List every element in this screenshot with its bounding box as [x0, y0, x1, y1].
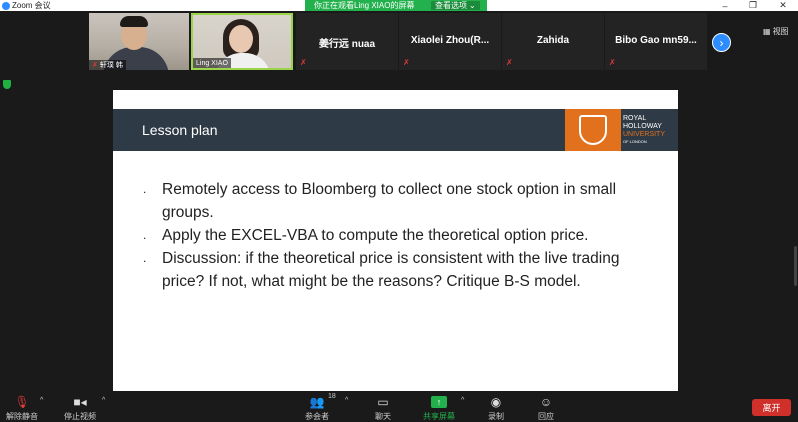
record-button[interactable]: ◉ 录制 [488, 395, 504, 422]
participants-button[interactable]: 👥 参会者 [305, 395, 329, 422]
participant-name: Ling XIAO [196, 59, 228, 67]
reactions-label: 回应 [538, 412, 554, 421]
bullet-text: Apply the EXCEL-VBA to compute the theor… [162, 227, 589, 244]
participant-video-tile[interactable]: ✗ 轩璞 韩 [89, 13, 189, 70]
chevron-right-icon: › [719, 35, 724, 50]
window-title: Zoom 会议 [12, 1, 51, 10]
participants-icon: 👥 [309, 395, 325, 409]
bullet-icon: . [143, 251, 147, 265]
chat-label: 聊天 [375, 412, 391, 421]
crest-icon [579, 115, 607, 145]
participants-label: 参会者 [305, 412, 329, 421]
participant-count-badge: 18 [328, 393, 336, 400]
participant-tile[interactable]: Xiaolei Zhou(R... ✗ [399, 13, 501, 70]
logo-line: ROYAL [623, 115, 647, 122]
slide-header: Lesson plan ROYAL HOLLOWAY UNIVERSITY OF… [113, 109, 678, 151]
banner-text: 你正在观看Ling XIAO的屏幕 [314, 1, 415, 10]
restore-icon[interactable]: ❐ [746, 0, 760, 11]
zoom-logo-icon [2, 1, 10, 10]
next-participants-button[interactable]: › [712, 33, 731, 52]
mic-muted-icon: ✗ [300, 58, 307, 67]
title-bar: Zoom 会议 你正在观看Ling XIAO的屏幕 查看选项 ⌄ – ❐ ✕ [0, 0, 798, 11]
share-screen-label: 共享屏幕 [423, 412, 455, 421]
chat-button[interactable]: ▭ 聊天 [375, 395, 391, 422]
university-logo-text: ROYAL HOLLOWAY UNIVERSITY OF LONDON [623, 115, 678, 144]
participant-name-label: ✗ 轩璞 韩 [89, 60, 126, 70]
participant-name: 姜行远 nuaa [318, 39, 376, 50]
app-title: Zoom 会议 [2, 0, 51, 11]
reactions-button[interactable]: ☺ 回应 [538, 395, 554, 422]
bullet-icon: . [143, 182, 147, 196]
meeting-toolbar: 🎙 解除静音 ^ ■◂ 停止视频 ^ 👥 参会者 18 ^ ▭ 聊天 ↑ 共享屏… [0, 391, 798, 422]
mic-muted-icon: ✗ [609, 58, 616, 67]
participant-tile[interactable]: Bibo Gao mn59... ✗ [605, 13, 707, 70]
participant-tile[interactable]: Zahida ✗ [502, 13, 604, 70]
participant-tile[interactable]: 姜行远 nuaa ✗ [296, 13, 398, 70]
share-screen-button[interactable]: ↑ 共享屏幕 [423, 395, 455, 422]
mic-muted-icon: ✗ [403, 58, 410, 67]
share-screen-icon: ↑ [431, 395, 447, 409]
person-hair [120, 16, 148, 27]
active-speaker-video-tile[interactable]: Ling XIAO [191, 13, 293, 70]
lesson-bullet-list: . Remotely access to Bloomberg to collec… [143, 178, 663, 293]
chevron-up-icon[interactable]: ^ [461, 397, 464, 404]
chevron-up-icon[interactable]: ^ [345, 397, 348, 404]
participant-strip: ✗ 轩璞 韩 Ling XIAO 姜行远 nuaa ✗ Xiaolei Zhou… [0, 11, 798, 71]
logo-line: HOLLOWAY [623, 123, 662, 130]
encryption-shield-icon[interactable] [3, 80, 11, 89]
leave-button[interactable]: 离开 [752, 399, 791, 416]
slide-title: Lesson plan [142, 122, 218, 138]
record-icon: ◉ [490, 395, 502, 409]
logo-line: UNIVERSITY [623, 131, 666, 138]
list-item: . Apply the EXCEL-VBA to compute the the… [143, 224, 663, 247]
unmute-button[interactable]: 🎙 解除静音 [6, 395, 38, 422]
participant-name: Bibo Gao mn59... [615, 35, 697, 46]
bullet-text: Remotely access to Bloomberg to collect … [162, 181, 617, 221]
scrollbar[interactable] [794, 246, 797, 286]
bullet-icon: . [143, 228, 147, 242]
chat-bubble-icon: ▭ [377, 395, 389, 409]
screen-share-banner: 你正在观看Ling XIAO的屏幕 查看选项 ⌄ [305, 0, 487, 11]
grid-view-icon: ▦ [763, 27, 771, 36]
view-options-label: 查看选项 [435, 1, 467, 10]
list-item: . Discussion: if the theoretical price i… [143, 247, 663, 293]
university-crest-logo [565, 109, 621, 151]
stop-video-button[interactable]: ■◂ 停止视频 [64, 395, 96, 422]
bullet-text: Discussion: if the theoretical price is … [162, 250, 620, 290]
stop-video-label: 停止视频 [64, 412, 96, 421]
chevron-up-icon[interactable]: ^ [40, 397, 43, 404]
view-label: 视图 [772, 27, 789, 36]
zoom-window: Zoom 会议 你正在观看Ling XIAO的屏幕 查看选项 ⌄ – ❐ ✕ ✗… [0, 0, 798, 422]
logo-line: OF LONDON [623, 139, 647, 144]
list-item: . Remotely access to Bloomberg to collec… [143, 178, 663, 224]
chevron-up-icon[interactable]: ^ [102, 397, 105, 404]
minimize-icon[interactable]: – [718, 0, 732, 11]
participant-name-label: Ling XIAO [193, 58, 231, 68]
shared-slide: Lesson plan ROYAL HOLLOWAY UNIVERSITY OF… [113, 90, 678, 391]
view-button[interactable]: ▦ 视图 [763, 26, 789, 37]
mic-muted-icon: 🎙 [14, 395, 30, 409]
view-options-button[interactable]: 查看选项 ⌄ [431, 1, 480, 10]
person-head [229, 25, 253, 53]
record-label: 录制 [488, 412, 504, 421]
unmute-label: 解除静音 [6, 412, 38, 421]
participant-name: Zahida [536, 35, 570, 46]
chevron-down-icon: ⌄ [469, 1, 476, 10]
close-icon[interactable]: ✕ [776, 0, 790, 11]
participant-name: 轩璞 韩 [99, 62, 123, 69]
mic-muted-icon: ✗ [506, 58, 513, 67]
video-camera-icon: ■◂ [73, 395, 87, 409]
participant-name: Xiaolei Zhou(R... [410, 35, 490, 46]
mic-muted-icon: ✗ [92, 62, 98, 69]
smiley-icon: ☺ [539, 395, 553, 409]
